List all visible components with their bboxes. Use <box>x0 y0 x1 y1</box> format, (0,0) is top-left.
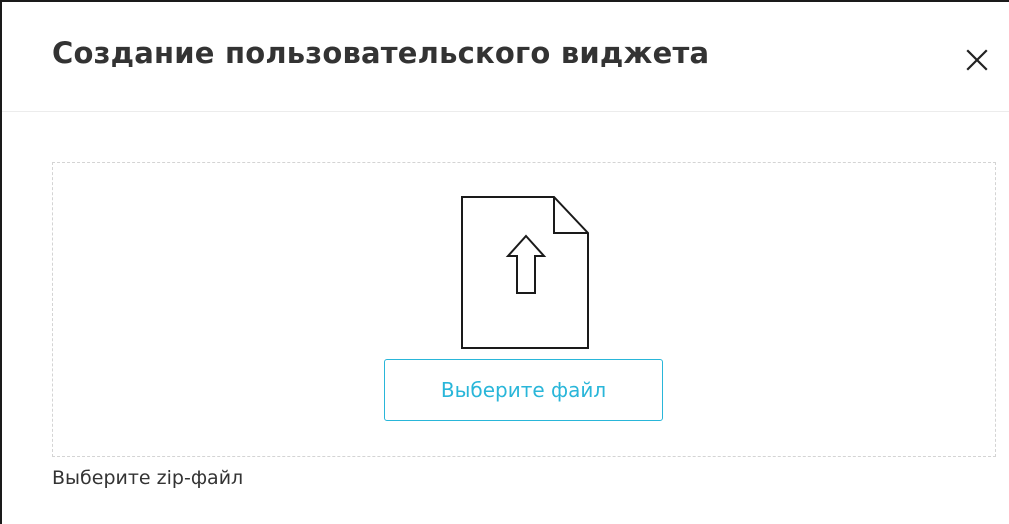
file-upload-icon <box>461 196 589 349</box>
close-button[interactable] <box>957 40 997 80</box>
file-dropzone[interactable]: Выберите файл <box>52 162 996 457</box>
dialog-title: Создание пользовательского виджета <box>52 36 710 70</box>
dialog-header: Создание пользовательского виджета <box>2 2 1009 112</box>
zip-file-hint: Выберите zip-файл <box>52 467 244 489</box>
create-widget-dialog: Создание пользовательского виджета Выбер… <box>0 0 1009 524</box>
choose-file-button[interactable]: Выберите файл <box>384 359 663 421</box>
close-icon <box>966 49 988 71</box>
